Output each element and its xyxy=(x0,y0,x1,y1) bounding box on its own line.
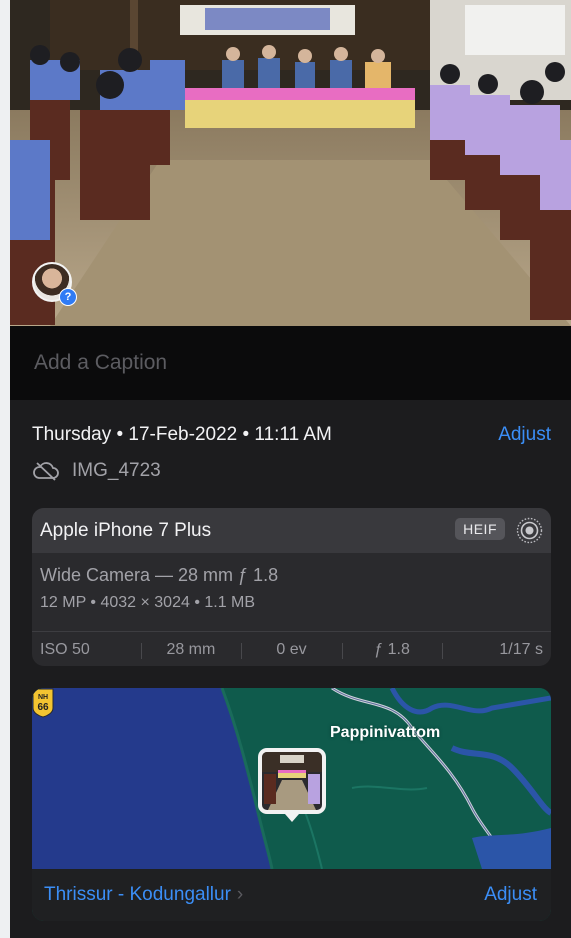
photo-preview[interactable]: ? xyxy=(10,0,571,326)
photo-image xyxy=(10,0,571,326)
highway-shield-icon: NH 66 xyxy=(32,688,54,718)
photo-location-pin[interactable] xyxy=(258,748,326,822)
cloud-off-icon xyxy=(33,462,59,481)
exif-exposure-value: 0 ev xyxy=(241,641,342,659)
file-row: IMG_4723 xyxy=(32,460,161,482)
map-footer: Thrissur - Kodungallur › Adjust xyxy=(32,869,551,921)
location-map-card[interactable]: Pappinivattom NH 66 Thrissur - Kodungall… xyxy=(32,688,551,921)
format-badge: HEIF xyxy=(455,518,505,540)
camera-card-header: Apple iPhone 7 Plus HEIF xyxy=(32,508,551,553)
highway-shield-number: 66 xyxy=(37,702,49,713)
adjust-location-button[interactable]: Adjust xyxy=(484,884,537,906)
exif-focal-length: 28 mm xyxy=(140,641,242,659)
chevron-right-icon: › xyxy=(236,884,244,905)
highway-shield-top: NH xyxy=(38,694,48,701)
map-place-label: Pappinivattom xyxy=(330,724,441,741)
exif-aperture: ƒ 1.8 xyxy=(341,641,443,659)
caption-area xyxy=(10,326,571,400)
photo-info-screen: ? Thursday • 17-Feb-2022 • 11:11 AM Adju… xyxy=(10,0,571,938)
adjust-datetime-button[interactable]: Adjust xyxy=(498,424,551,446)
exif-row: ISO 50 28 mm 0 ev ƒ 1.8 1/17 s xyxy=(32,631,551,666)
unknown-person-icon[interactable]: ? xyxy=(59,288,77,306)
live-photo-icon[interactable] xyxy=(516,517,543,544)
camera-info-card: Apple iPhone 7 Plus HEIF Wide Camera — 2… xyxy=(32,508,551,666)
pin-thumbnail xyxy=(262,752,322,810)
file-name: IMG_4723 xyxy=(72,460,161,481)
exif-iso: ISO 50 xyxy=(40,640,90,658)
image-specs: 12 MP • 4032 × 3024 • 1.1 MB xyxy=(40,594,256,611)
location-name: Thrissur - Kodungallur xyxy=(44,884,231,905)
exif-shutter-speed: 1/17 s xyxy=(442,641,551,659)
lens-info: Wide Camera — 28 mm ƒ 1.8 xyxy=(40,565,279,585)
caption-input[interactable] xyxy=(32,350,553,376)
photo-datetime: Thursday • 17-Feb-2022 • 11:11 AM xyxy=(32,424,332,445)
camera-device: Apple iPhone 7 Plus xyxy=(40,520,212,541)
photo-info-header: Thursday • 17-Feb-2022 • 11:11 AM Adjust… xyxy=(32,424,551,481)
location-link[interactable]: Thrissur - Kodungallur › xyxy=(44,884,243,906)
